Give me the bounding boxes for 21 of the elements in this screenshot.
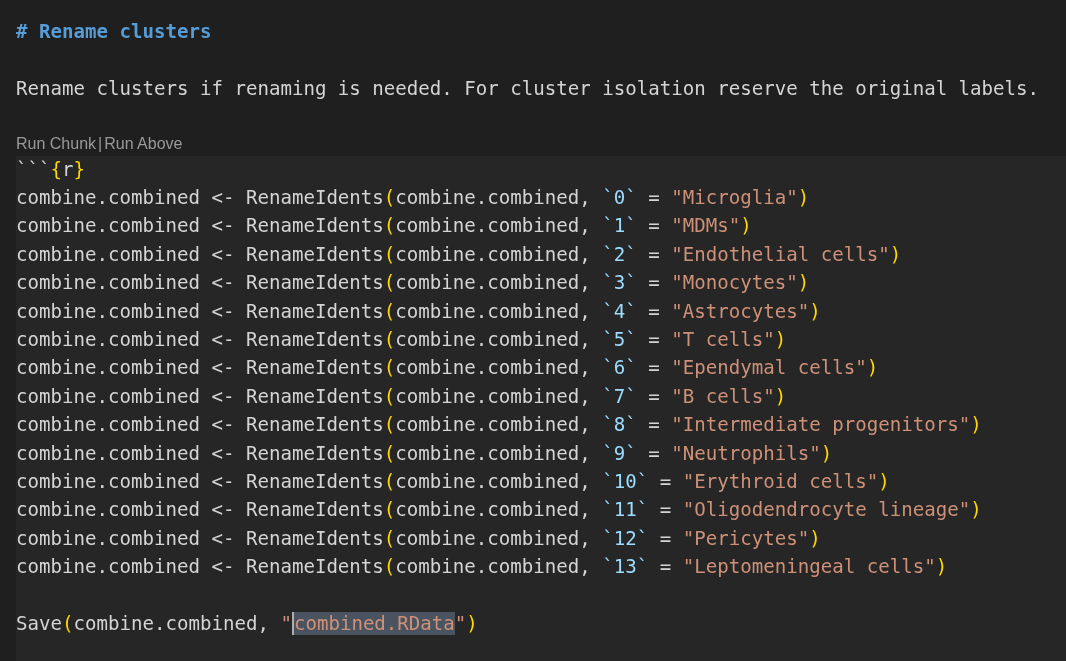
code-line: combine.combined <- RenameIdents(combine.combined, `1` = "MDMs") [16,213,752,240]
code-line: combine.combined <- RenameIdents(combine.combined, `5` = "T cells") [16,327,787,353]
code-lens-separator: | [98,133,103,154]
code-line: combine.combined <- RenameIdents(combine.combined, `4` = "Astrocytes") [16,298,821,325]
code-line: combine.combined <- RenameIdents(combine.combined, `3` = "Monocytes") [16,270,810,297]
code-lens-link[interactable]: Run Above [104,131,183,156]
code-line: combine.combined <- RenameIdents(combine.combined, `6` = "Ependymal cells") [16,355,879,382]
code-line: combine.combined <- RenameIdents(combine.combined, `2` = "Endothelial cells") [16,241,902,268]
code-line: combine.combined <- RenameIdents(combine.combined, `8` = "Intermediate progenitors") [16,412,982,439]
markdown-paragraph: Rename clusters if renaming is needed. For cluster isolation reserve the original labels. [16,76,1040,100]
code-lens-link[interactable]: Run Chunk [16,131,97,156]
code-line: Save(combine.combined, "combined.RData") [16,611,478,638]
code-line: combine.combined <- RenameIdents(combine.combined, `0` = "Microglia") [16,184,810,211]
code-line: combine.combined <- RenameIdents(combine.combined, `13` = "Leptomeningeal cells") [16,554,948,581]
code-line: ```{r} [16,156,85,183]
code-line: combine.combined <- RenameIdents(combine.combined, `9` = "Neutrophils") [16,440,833,467]
code-line: combine.combined <- RenameIdents(combine.combined, `7` = "B cells") [16,383,787,410]
code-line: combine.combined <- RenameIdents(combine.combined, `11` = "Oligodendrocyte lineage") [16,497,982,524]
markdown-heading: # Rename clusters [16,20,212,43]
code-line: combine.combined <- RenameIdents(combine.combined, `10` = "Erythroid cells") [16,469,890,496]
code-line: combine.combined <- RenameIdents(combine.combined, `12` = "Pericytes") [16,525,821,552]
